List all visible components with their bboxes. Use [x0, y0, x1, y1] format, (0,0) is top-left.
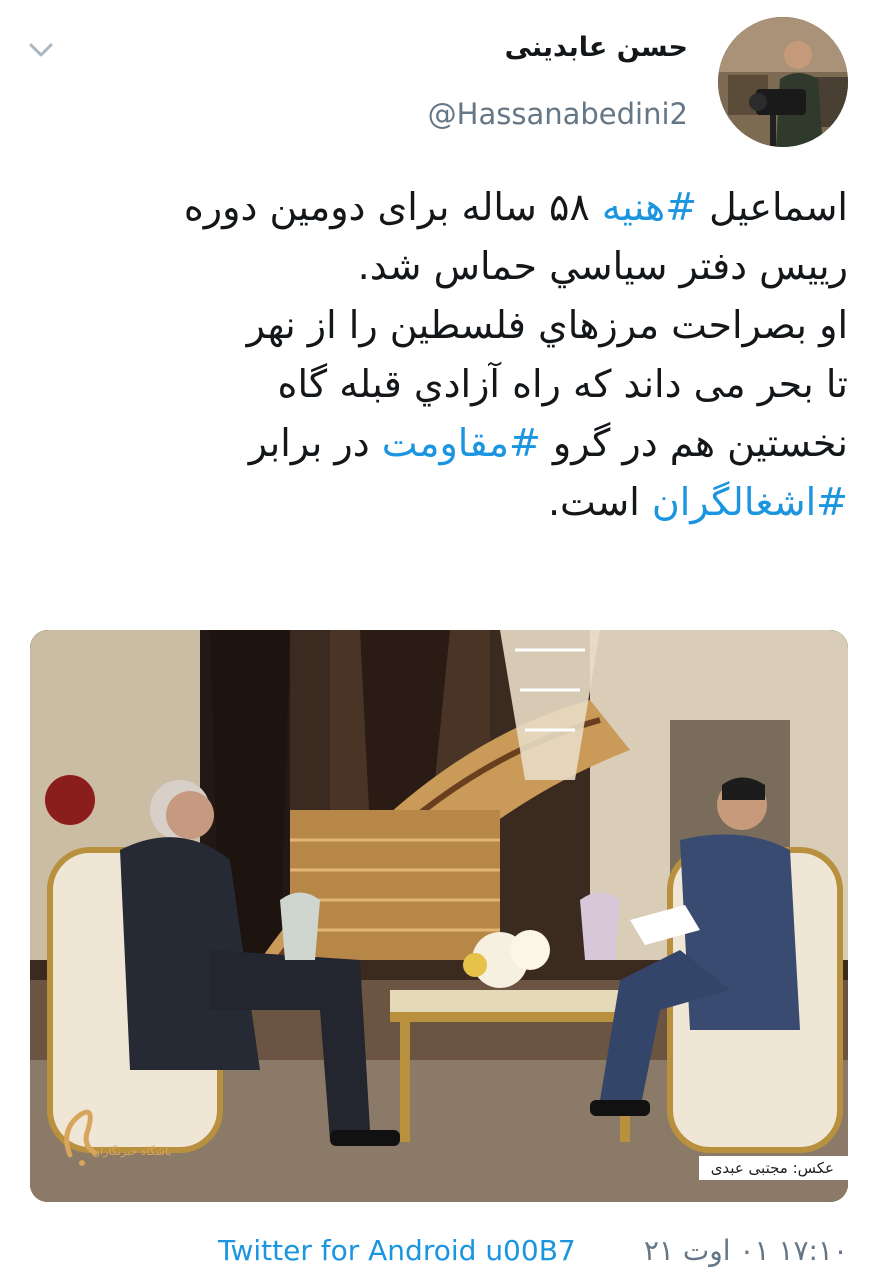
tweet-footer: Twitter for Android u00B7 ۱۷:۱۰ ۰۱ اوت ۲…	[218, 1234, 848, 1274]
news-club-logo-text: باشگاه خبرنگاران	[92, 1145, 172, 1158]
text-segment: ۵۸ ساله برای دومین دوره	[183, 185, 602, 229]
tweet-line-2: رییس دفتر سیاسي حماس شد.	[60, 237, 848, 296]
avatar[interactable]	[718, 17, 848, 147]
tweet-timestamp[interactable]: ۱۷:۱۰ ۰۱ اوت ۲۱	[644, 1234, 848, 1267]
source-label[interactable]: Twitter for Android	[218, 1234, 476, 1267]
tweet-line-6: #اشغالگران است.	[60, 473, 848, 532]
chevron-down-icon[interactable]	[28, 40, 54, 60]
tweet-line-3: او بصراحت مرزهاي فلسطین را از نهر	[60, 296, 848, 355]
hashtag-link[interactable]: #اشغالگران	[652, 480, 848, 524]
user-handle[interactable]: @Hassanabedini2	[428, 97, 688, 131]
text-segment: تا بحر می داند که راه آزادي قبله گاه	[277, 362, 848, 406]
tweet-line-4: تا بحر می داند که راه آزادي قبله گاه	[60, 355, 848, 414]
tweet-line-5: نخستین هم در گرو #مقاومت در برابر	[60, 414, 848, 473]
tweet-text: اسماعیل #هنیه ۵۸ ساله برای دومین دوره ری…	[60, 178, 848, 532]
hashtag-link[interactable]: #مقاومت	[382, 421, 541, 465]
tweet-media-photo[interactable]: باشگاه خبرنگاران عکس: مجتبی عبدی	[30, 630, 848, 1202]
tweet-line-1: اسماعیل #هنیه ۵۸ ساله برای دومین دوره	[60, 178, 848, 237]
text-segment: است.	[547, 480, 652, 524]
text-segment: نخستین هم در گرو	[540, 421, 848, 465]
text-segment: در برابر	[248, 421, 382, 465]
text-segment: اسماعیل	[697, 185, 848, 229]
text-segment: رییس دفتر سیاسي حماس شد.	[357, 244, 848, 288]
profile-photo	[718, 17, 848, 147]
tweet-source-link[interactable]: Twitter for Android u00B7	[218, 1234, 576, 1267]
display-name[interactable]: حسن عابدینی	[505, 32, 688, 63]
photo-credit: عکس: مجتبی عبدی	[698, 1156, 848, 1180]
news-club-logo	[64, 1109, 98, 1166]
hashtag-link[interactable]: #هنیه	[602, 185, 697, 229]
separator: u00B7	[485, 1234, 576, 1267]
text-segment: او بصراحت مرزهاي فلسطین را از نهر	[246, 303, 848, 347]
